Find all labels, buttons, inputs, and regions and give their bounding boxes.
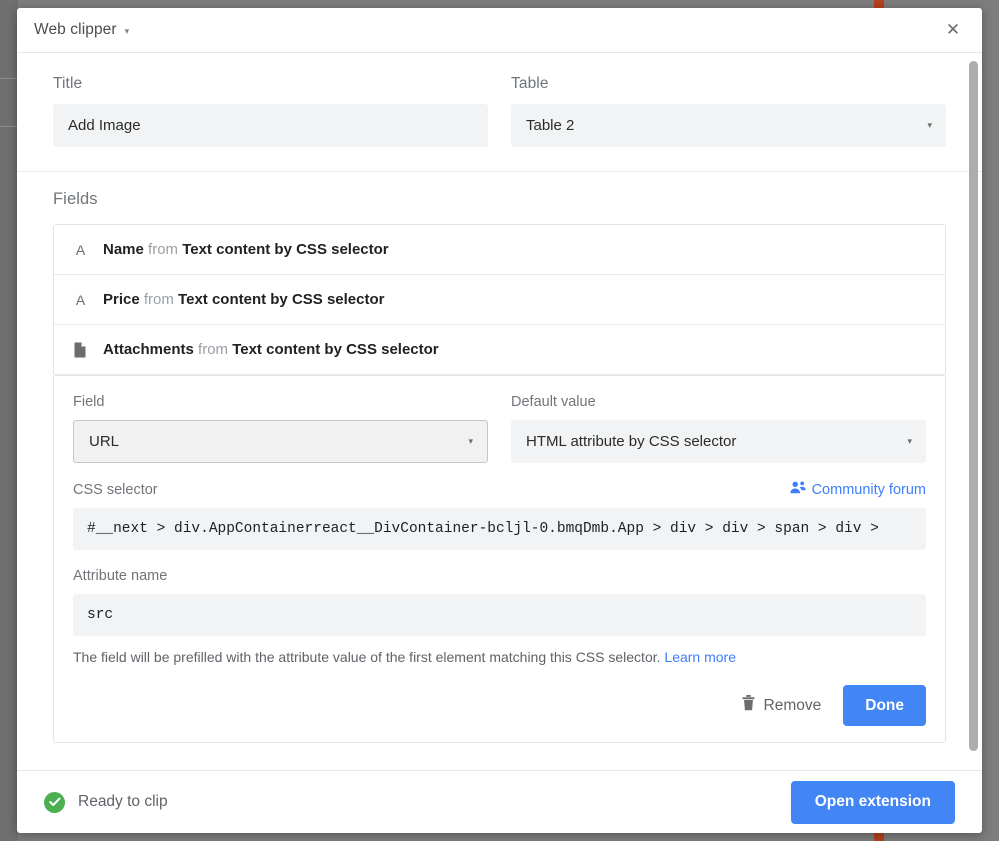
dialog-body: Title Table Table 2 ▾ Fields xyxy=(17,53,982,770)
check-circle-icon xyxy=(44,791,65,813)
field-from-label: from xyxy=(198,341,229,358)
fields-section-title: Fields xyxy=(53,190,98,208)
field-name: Attachments xyxy=(103,341,194,358)
table-label: Table xyxy=(511,75,549,92)
learn-more-link[interactable]: Learn more xyxy=(664,649,736,665)
field-source: Text content by CSS selector xyxy=(232,341,439,358)
text-field-icon: A xyxy=(73,292,95,308)
svg-text:A: A xyxy=(76,242,86,258)
title-label: Title xyxy=(53,75,83,92)
field-name: Name xyxy=(103,241,144,258)
title-input[interactable] xyxy=(53,104,488,147)
field-from-label: from xyxy=(148,241,179,258)
web-clipper-dialog: Web clipper ▾ ✕ Title Table Table 2 ▾ xyxy=(17,8,982,833)
dialog-header: Web clipper ▾ ✕ xyxy=(17,8,982,53)
css-selector-input[interactable]: #__next > div.AppContainerreact__DivCont… xyxy=(73,508,926,550)
attribute-name-label: Attribute name xyxy=(73,568,168,584)
backdrop-divider xyxy=(0,78,18,79)
table-select[interactable]: Table 2 ▾ xyxy=(511,104,946,147)
title-field-group: Title xyxy=(53,75,488,147)
table-select-value: Table 2 xyxy=(526,117,575,134)
community-forum-label: Community forum xyxy=(811,481,926,498)
default-value-select[interactable]: HTML attribute by CSS selector ▾ xyxy=(511,420,926,463)
text-field-icon: A xyxy=(73,242,95,258)
field-detail-panel: Field URL ▾ Default value HTML attribute… xyxy=(53,376,946,743)
field-select-group: Field URL ▾ xyxy=(73,394,488,463)
trash-icon xyxy=(742,695,755,716)
content-scrollbar-track xyxy=(969,53,978,770)
field-select-value: URL xyxy=(89,433,120,450)
status-label: Ready to clip xyxy=(78,793,168,810)
field-row-text: Attachments from Text content by CSS sel… xyxy=(103,341,439,358)
field-select[interactable]: URL ▾ xyxy=(73,420,488,463)
clip-status: Ready to clip xyxy=(44,791,168,813)
close-icon[interactable]: ✕ xyxy=(940,17,966,43)
css-selector-group: CSS selector Community forum #__next > d… xyxy=(73,481,926,550)
default-value-group: Default value HTML attribute by CSS sele… xyxy=(511,394,926,463)
field-source: Text content by CSS selector xyxy=(182,241,389,258)
chevron-down-icon[interactable]: ▾ xyxy=(125,26,130,36)
table-field-group: Table Table 2 ▾ xyxy=(511,75,946,147)
field-from-label: from xyxy=(143,291,174,308)
css-selector-label: CSS selector xyxy=(73,482,158,498)
help-text-body: The field will be prefilled with the att… xyxy=(73,649,661,665)
field-row-text: Name from Text content by CSS selector xyxy=(103,241,389,258)
remove-field-button[interactable]: Remove xyxy=(734,689,830,722)
detail-action-bar: Remove Done xyxy=(73,685,926,726)
content-scrollbar-thumb[interactable] xyxy=(969,61,978,751)
css-selector-label-row: CSS selector Community forum xyxy=(73,481,926,498)
done-button[interactable]: Done xyxy=(843,685,926,726)
field-select-label: Field xyxy=(73,394,105,410)
chevron-down-icon: ▾ xyxy=(468,436,473,446)
backdrop-divider xyxy=(0,126,18,127)
dialog-content: Title Table Table 2 ▾ Fields xyxy=(17,53,982,770)
clip-target-section: Title Table Table 2 ▾ xyxy=(17,53,982,172)
chevron-down-icon: ▾ xyxy=(907,436,912,446)
attachment-field-icon xyxy=(73,342,95,358)
chevron-down-icon: ▾ xyxy=(927,120,932,130)
community-forum-link[interactable]: Community forum xyxy=(789,481,926,498)
fields-list: A Name from Text content by CSS selector xyxy=(53,224,946,376)
content-bottom-spacer xyxy=(53,743,946,770)
field-row-name[interactable]: A Name from Text content by CSS selector xyxy=(54,225,945,275)
field-row-attachments[interactable]: Attachments from Text content by CSS sel… xyxy=(54,325,945,375)
attribute-name-value: src xyxy=(87,607,114,623)
field-source: Text content by CSS selector xyxy=(178,291,385,308)
default-value-label: Default value xyxy=(511,394,596,410)
field-row-text: Price from Text content by CSS selector xyxy=(103,291,385,308)
default-value-text: HTML attribute by CSS selector xyxy=(526,433,737,450)
dialog-footer: Ready to clip Open extension xyxy=(17,770,982,833)
open-extension-button[interactable]: Open extension xyxy=(790,780,955,824)
detail-selectors-row: Field URL ▾ Default value HTML attribute… xyxy=(73,394,926,463)
attribute-name-input[interactable]: src xyxy=(73,594,926,636)
attribute-name-group: Attribute name src xyxy=(73,568,926,636)
dialog-title: Web clipper xyxy=(34,21,117,38)
people-group-icon xyxy=(789,481,806,498)
field-name: Price xyxy=(103,291,140,308)
svg-text:A: A xyxy=(76,292,86,308)
field-row-price[interactable]: A Price from Text content by CSS selecto… xyxy=(54,275,945,325)
css-selector-value: #__next > div.AppContainerreact__DivCont… xyxy=(87,521,879,537)
fields-section: Fields A Name from Text content by CSS s xyxy=(17,172,982,770)
attribute-help-text: The field will be prefilled with the att… xyxy=(73,649,926,665)
remove-label: Remove xyxy=(763,696,822,714)
